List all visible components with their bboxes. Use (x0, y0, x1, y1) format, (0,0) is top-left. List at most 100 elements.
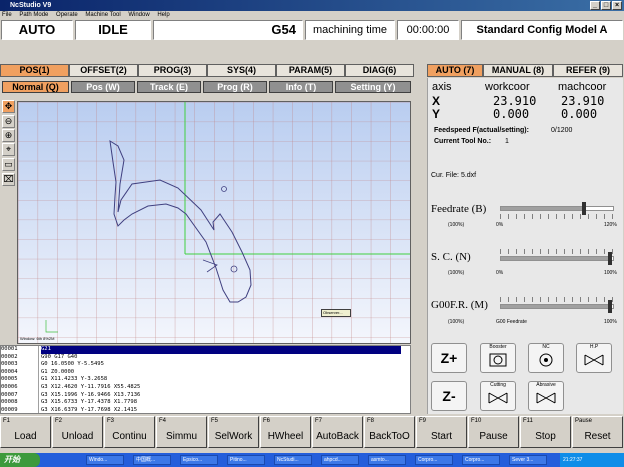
f9-start-button[interactable]: F9 Start (416, 416, 467, 448)
subtab-pos[interactable]: Pos (W) (71, 81, 135, 93)
tab-refer[interactable]: REFER (9) (553, 64, 623, 77)
tab-diag[interactable]: DIAG(6) (345, 64, 414, 77)
toolpath-canvas[interactable]: Observer... Window: 6th 8%2M (17, 101, 411, 344)
gcode-line[interactable]: G0 16.0500 Y-5.5495 (41, 361, 401, 369)
subtab-normal[interactable]: Normal (Q) (2, 81, 69, 93)
taskbar-item[interactable]: ahpcd... (321, 455, 359, 465)
fkey-label: Pause (479, 431, 508, 442)
tab-prog[interactable]: PROG(3) (138, 64, 207, 77)
taskbar-item[interactable]: asmto... (368, 455, 406, 465)
g00-slider[interactable] (500, 304, 614, 309)
gcode-line[interactable]: G3 X15.6733 Y-17.4378 X1.7798 (41, 399, 401, 407)
line-number: 00009 (1, 406, 18, 413)
line-number: 00002 (1, 353, 18, 360)
tab-param[interactable]: PARAM(5) (276, 64, 345, 77)
fkey-number: F3 (107, 418, 115, 424)
gcode-line[interactable]: G3 X12.4620 Y-11.7916 X55.4825 (41, 384, 401, 392)
g00-thumb[interactable] (608, 300, 612, 313)
config-display: Standard Config Model A (461, 20, 623, 40)
zoom-in-icon[interactable]: ⊕ (2, 129, 15, 142)
fkey-number: F1 (3, 418, 11, 424)
subtab-info[interactable]: Info (T) (269, 81, 333, 93)
g00-min: G00 Feedrate (496, 319, 527, 325)
z-minus-button[interactable]: Z- (431, 381, 467, 411)
feedrate-ticks (500, 214, 614, 219)
hp-button[interactable]: H.P (576, 343, 612, 373)
abrasive-label: Abrasive (536, 382, 556, 388)
fkey-label: Stop (535, 431, 556, 442)
subtab-setting[interactable]: Setting (Y) (335, 81, 411, 93)
gcode-line-current[interactable]: G21 (41, 346, 401, 354)
taskbar-item[interactable]: Sever 3... (509, 455, 547, 465)
zoom-out-icon[interactable]: ⊖ (2, 115, 15, 128)
subtab-track[interactable]: Track (E) (137, 81, 201, 93)
cutting-valve-icon (488, 392, 508, 404)
taskbar-item[interactable]: Corpro... (462, 455, 500, 465)
fkey-label: Start (430, 431, 453, 442)
center-view-icon[interactable]: ⌖ (2, 143, 15, 156)
start-button[interactable]: 开始 (0, 453, 40, 467)
feedrate-slider[interactable] (500, 206, 614, 211)
gcode-line[interactable]: G3 X16.6379 Y-17.7698 X2.1415 (41, 407, 401, 415)
clear-track-icon[interactable]: ⌧ (2, 173, 15, 186)
fit-view-icon[interactable]: ▭ (2, 158, 15, 171)
tab-sys[interactable]: SYS(4) (207, 64, 276, 77)
tab-offset[interactable]: OFFSET(2) (69, 64, 138, 77)
subtab-prog[interactable]: Prog (R) (203, 81, 267, 93)
tab-manual[interactable]: MANUAL (8) (483, 64, 553, 77)
line-number: 00003 (1, 361, 18, 368)
axis-header: axis (432, 81, 452, 93)
fkey-number: F2 (55, 418, 63, 424)
spindle-slider[interactable] (500, 256, 614, 261)
taskbar-item[interactable]: Windo... (86, 455, 124, 465)
spindle-thumb[interactable] (608, 252, 612, 265)
taskbar-item[interactable]: Corpro... (415, 455, 453, 465)
menu-help[interactable]: Help (157, 12, 169, 18)
taskbar-item[interactable]: Epsico... (180, 455, 218, 465)
tab-auto[interactable]: AUTO (7) (427, 64, 483, 77)
menu-file[interactable]: File (2, 12, 12, 18)
f3-continue-button[interactable]: F3 Continu (104, 416, 155, 448)
f2-unload-button[interactable]: F2 Unload (52, 416, 103, 448)
f1-load-button[interactable]: F1 Load (0, 416, 51, 448)
f11-stop-button[interactable]: F11 Stop (520, 416, 571, 448)
close-button[interactable]: × (612, 1, 622, 10)
menu-path-mode[interactable]: Path Mode (19, 12, 48, 18)
f5-selwork-button[interactable]: F5 SelWork (208, 416, 259, 448)
f8-backtoo-button[interactable]: F8 BackToO (364, 416, 415, 448)
tab-pos[interactable]: POS(1) (0, 64, 69, 77)
nc-button[interactable]: NC (528, 343, 564, 373)
gcode-list[interactable]: 00001 00002 00003 00004 00005 00006 0000… (0, 345, 411, 414)
taskbar-item[interactable]: 中国概... (133, 455, 171, 465)
f4-simulate-button[interactable]: F4 Simmu (156, 416, 207, 448)
spindle-max: 100% (604, 270, 617, 276)
f7-autoback-button[interactable]: F7 AutoBack (312, 416, 363, 448)
line-number: 00004 (1, 368, 18, 375)
gcode-line[interactable]: G1 Z0.0000 (41, 369, 401, 377)
fkey-number: Pause (575, 418, 593, 424)
minimize-button[interactable]: _ (590, 1, 600, 10)
fkey-label: SelWork (214, 431, 253, 442)
gcode-line[interactable]: G1 X11.4233 Y-3.2658 (41, 376, 401, 384)
taskbar-item[interactable]: Pitino... (227, 455, 265, 465)
state-display: IDLE (75, 20, 151, 40)
z-plus-button[interactable]: Z+ (431, 343, 467, 373)
cutting-button[interactable]: Cutting (480, 381, 516, 411)
maximize-button[interactable]: □ (601, 1, 611, 10)
gcode-line-numbers: 00001 00002 00003 00004 00005 00006 0000… (1, 346, 39, 413)
menu-window[interactable]: Window (128, 12, 149, 18)
gcode-line[interactable]: G3 X15.1996 Y-16.9466 X13.7136 (41, 392, 401, 400)
abrasive-button[interactable]: Abrasive (528, 381, 564, 411)
f6-handwheel-button[interactable]: F6 HWheel (260, 416, 311, 448)
booster-button[interactable]: Booster (480, 343, 516, 373)
pan-tool-icon[interactable]: ✥ (2, 100, 15, 113)
clock: 21:27:37 (563, 457, 583, 463)
menu-operate[interactable]: Operate (56, 12, 78, 18)
reset-button[interactable]: Pause Reset (572, 416, 623, 448)
fkey-label: BackToO (369, 431, 410, 442)
toolpath-grid (18, 102, 410, 343)
taskbar-item[interactable]: NcStudi... (274, 455, 312, 465)
f10-pause-button[interactable]: F10 Pause (468, 416, 519, 448)
menu-machine-tool[interactable]: Machine Tool (85, 12, 120, 18)
gcode-line[interactable]: G90 G17 G40 (41, 354, 401, 362)
